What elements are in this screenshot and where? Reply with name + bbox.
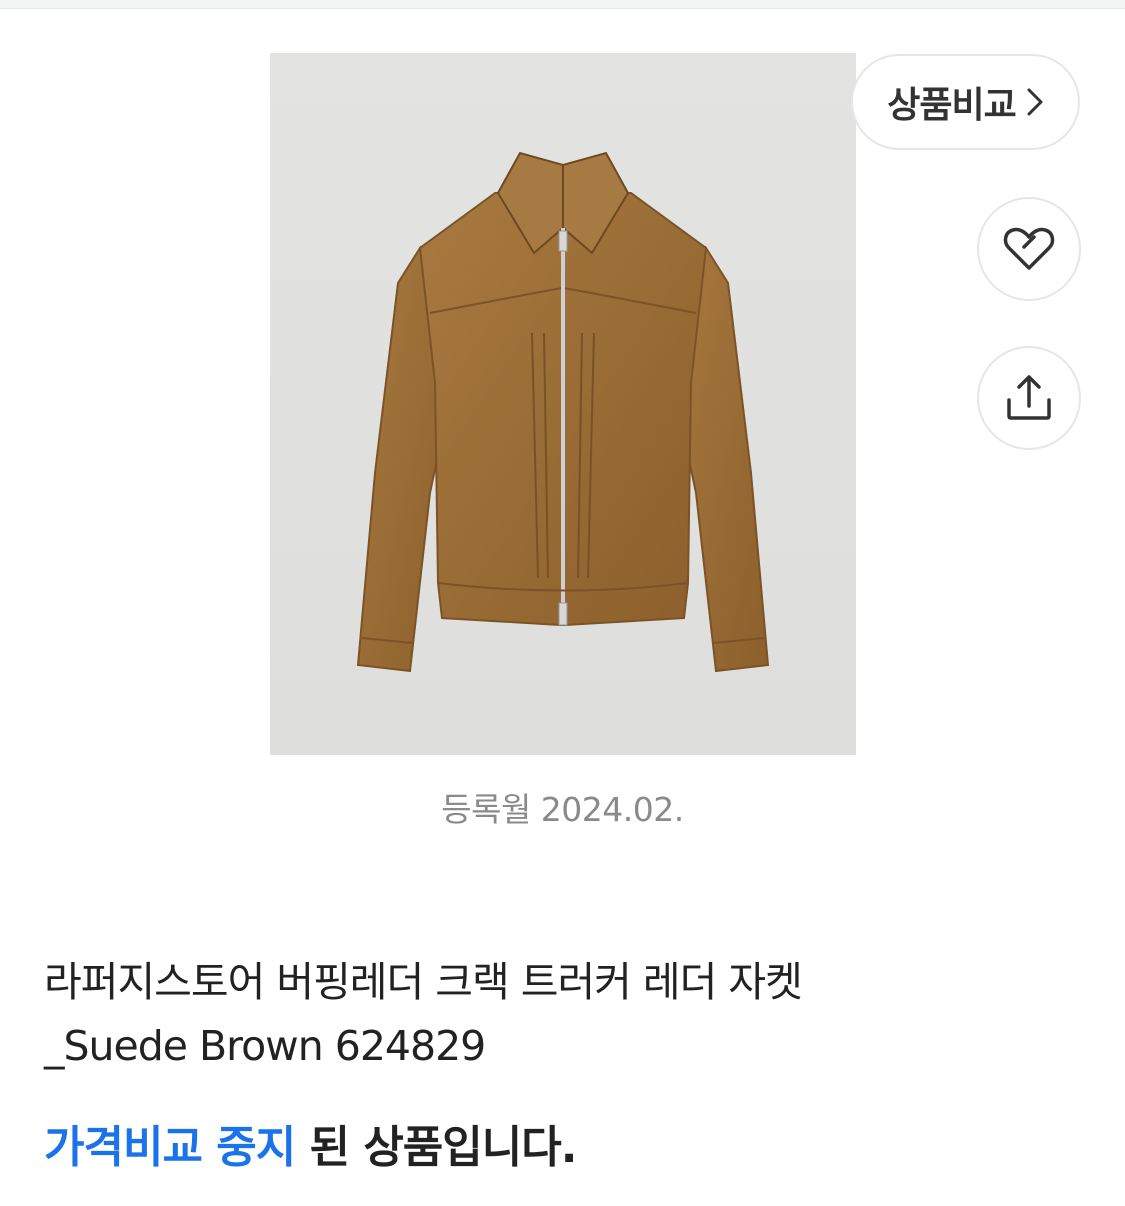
- price-compare-status: 가격비교 중지 된 상품입니다.: [44, 1111, 578, 1175]
- product-compare-label: 상품비교: [887, 85, 1016, 126]
- price-compare-stopped-label: 가격비교 중지: [44, 1122, 296, 1173]
- chevron-right-icon: [1027, 88, 1043, 116]
- registration-date: 등록월 2024.02.: [441, 790, 684, 829]
- product-title-line-2: _Suede Brown 624829: [44, 1022, 486, 1070]
- heart-outline-icon: [1003, 227, 1055, 270]
- jacket-illustration: [356, 151, 770, 673]
- product-image[interactable]: [270, 53, 856, 755]
- product-title: 라퍼지스토어 버핑레더 크랙 트러커 레더 자켓 _Suede Brown 62…: [44, 950, 944, 1078]
- share-button[interactable]: [977, 346, 1081, 450]
- top-divider: [0, 0, 1125, 9]
- price-compare-status-text: 된 상품입니다.: [295, 1122, 578, 1173]
- product-compare-button[interactable]: 상품비교: [851, 54, 1080, 150]
- share-upload-icon: [1007, 375, 1051, 420]
- product-title-line-1: 라퍼지스토어 버핑레더 크랙 트러커 레더 자켓: [44, 958, 803, 1006]
- wishlist-button[interactable]: [977, 197, 1081, 301]
